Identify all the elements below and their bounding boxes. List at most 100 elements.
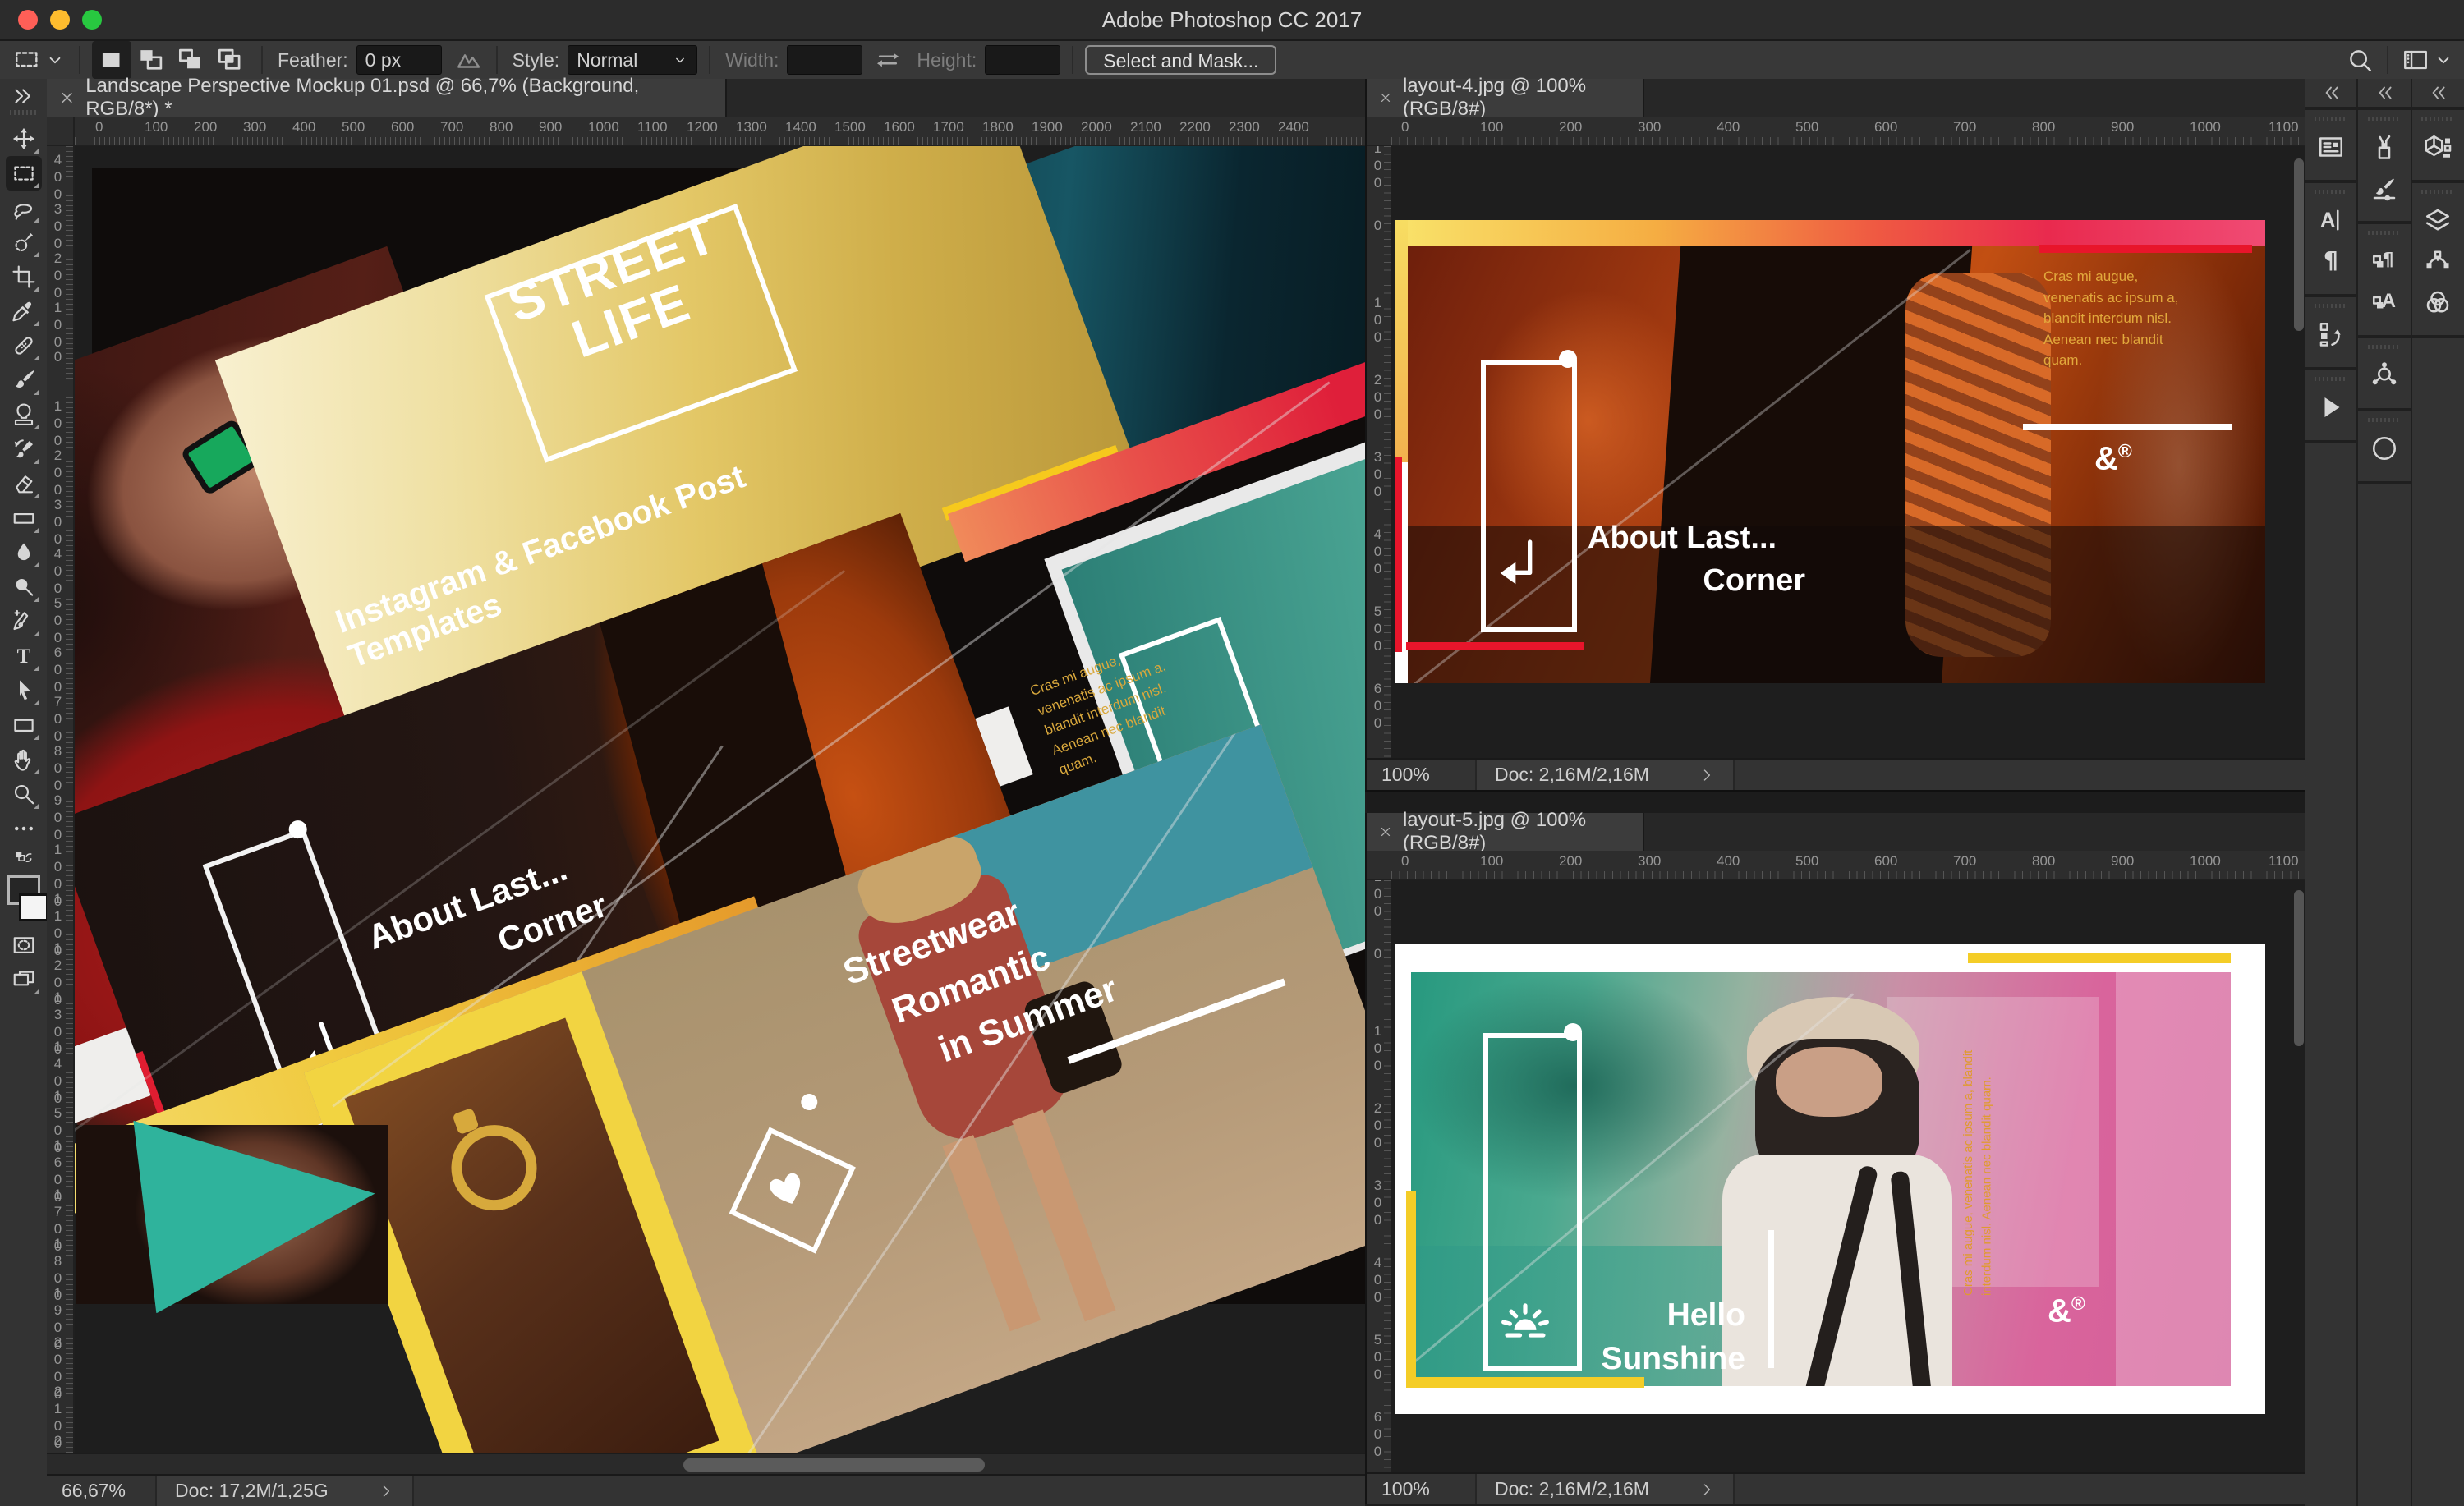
brush-settings-panel-icon[interactable] xyxy=(2370,173,2399,203)
ruler-label: 700 xyxy=(1953,119,1976,135)
device-preview-panel-icon[interactable] xyxy=(2370,360,2399,390)
ellipsis-icon[interactable] xyxy=(6,811,42,846)
vertical-scrollbar-thumb[interactable] xyxy=(2294,890,2304,1046)
tab-layout4[interactable]: layout-4.jpg @ 100% (RGB/8#) xyxy=(1367,79,1644,117)
tools-grip[interactable] xyxy=(10,110,38,115)
swap-width-height-icon[interactable] xyxy=(872,44,903,76)
expand-tools-icon[interactable] xyxy=(0,79,34,108)
panel-grip[interactable] xyxy=(2315,304,2347,308)
add-to-selection-button[interactable] xyxy=(131,41,171,79)
panel-grip[interactable] xyxy=(2368,345,2401,349)
character-styles-panel-icon[interactable]: A xyxy=(2370,287,2399,317)
channels-panel-icon[interactable] xyxy=(2423,287,2453,317)
quick-mask-button[interactable] xyxy=(6,928,42,962)
history-brush-tool[interactable] xyxy=(6,432,42,466)
ruler-label: 100 xyxy=(145,119,168,135)
tool-preset-icon[interactable] xyxy=(11,44,43,76)
panel-grip[interactable] xyxy=(2421,117,2454,121)
canvas-area-layout4[interactable]: About Last... Corner Cras mi augue, vene… xyxy=(1391,146,2306,760)
ruler-vertical-layout4: 1000100200300400500600700 xyxy=(1367,146,1393,760)
hand-tool[interactable] xyxy=(6,742,42,777)
scrollbar-thumb[interactable] xyxy=(683,1458,985,1472)
lasso-tool[interactable] xyxy=(6,191,42,225)
gradient-tool[interactable] xyxy=(6,501,42,535)
search-icon[interactable] xyxy=(2344,44,2375,76)
vertical-scrollbar-thumb[interactable] xyxy=(2294,158,2304,331)
eyedropper-tool[interactable] xyxy=(6,294,42,328)
canvas-area-layout5[interactable]: Hello Sunshine Cras mi augue, venenatis … xyxy=(1391,880,2306,1474)
pen-tool[interactable] xyxy=(6,604,42,639)
screen-mode-button[interactable] xyxy=(6,962,42,997)
ruler-label: 2300 xyxy=(1229,119,1260,135)
width-input[interactable] xyxy=(787,45,862,75)
quick-selection-tool[interactable] xyxy=(6,225,42,259)
panel-grip[interactable] xyxy=(2368,418,2401,422)
foreground-background-swatches[interactable] xyxy=(6,874,42,925)
zoom-level-field[interactable]: 66,67% xyxy=(47,1476,157,1506)
workspace-switcher-icon[interactable] xyxy=(2400,44,2431,76)
panel-grip[interactable] xyxy=(2315,190,2347,194)
close-icon[interactable] xyxy=(58,89,76,107)
doc-size-status[interactable]: Doc: 17,2M/1,25G xyxy=(157,1476,414,1506)
select-and-mask-button[interactable]: Select and Mask... xyxy=(1085,45,1276,75)
panel-grip[interactable] xyxy=(2421,190,2454,194)
crop-tool[interactable] xyxy=(6,259,42,294)
svg-text:¶: ¶ xyxy=(2382,249,2393,270)
clone-stamp-tool[interactable] xyxy=(6,397,42,432)
3d-panel-icon[interactable] xyxy=(2423,132,2453,162)
subtract-from-selection-button[interactable] xyxy=(171,41,210,79)
zoom-level-field[interactable]: 100% xyxy=(1367,1474,1477,1504)
panel-grip[interactable] xyxy=(2315,117,2347,121)
close-icon[interactable] xyxy=(1378,823,1393,841)
dodge-tool[interactable] xyxy=(6,570,42,604)
horizontal-scrollbar[interactable] xyxy=(47,1453,1365,1476)
tab-main-document[interactable]: Landscape Perspective Mockup 01.psd @ 66… xyxy=(47,79,727,117)
tab-layout5[interactable]: layout-5.jpg @ 100% (RGB/8#) xyxy=(1367,813,1644,851)
chevron-right-icon xyxy=(1699,1481,1715,1498)
doc-size-status[interactable]: Doc: 2,16M/2,16M xyxy=(1477,1474,1735,1504)
panel-grip[interactable] xyxy=(2368,117,2401,121)
layers-panel-icon[interactable] xyxy=(2423,205,2453,235)
style-select[interactable]: Normal xyxy=(568,45,697,75)
panel-grip[interactable] xyxy=(2315,377,2347,381)
stock-panel-icon[interactable] xyxy=(2370,434,2399,463)
eraser-tool[interactable] xyxy=(6,466,42,501)
swap-colors-icon[interactable] xyxy=(6,846,42,870)
paths-panel-icon[interactable] xyxy=(2423,246,2453,276)
chevron-down-icon[interactable] xyxy=(43,48,67,72)
background-color-swatch[interactable] xyxy=(19,893,48,921)
rectangular-marquee-tool[interactable] xyxy=(6,156,42,191)
panel-grip[interactable] xyxy=(2368,231,2401,235)
paragraph-styles-panel-icon[interactable]: ¶ xyxy=(2370,246,2399,276)
move-tool[interactable] xyxy=(6,122,42,156)
path-selection-tool[interactable] xyxy=(6,673,42,708)
ruler-label: 400 xyxy=(1371,526,1385,578)
height-input[interactable] xyxy=(985,45,1060,75)
history-panel-icon[interactable] xyxy=(2316,319,2346,349)
zoom-tool[interactable] xyxy=(6,777,42,811)
actions-panel-icon[interactable] xyxy=(2316,393,2346,422)
collapse-panels-button[interactable] xyxy=(2412,79,2464,107)
brushes-panel-icon[interactable] xyxy=(2370,132,2399,162)
ruler-label: 600 xyxy=(51,645,65,696)
paragraph-panel-icon[interactable]: ¶ xyxy=(2316,246,2346,276)
intersect-selection-button[interactable] xyxy=(210,41,250,79)
spot-healing-brush-tool[interactable] xyxy=(6,328,42,363)
ruler-label: 500 xyxy=(1371,1332,1385,1384)
new-selection-button[interactable] xyxy=(92,41,131,79)
chevron-down-icon[interactable] xyxy=(2431,48,2456,72)
zoom-level-field[interactable]: 100% xyxy=(1367,760,1477,790)
doc-size-status[interactable]: Doc: 2,16M/2,16M xyxy=(1477,760,1735,790)
feather-input[interactable] xyxy=(356,45,442,75)
ruler-label: 600 xyxy=(1874,119,1897,135)
close-icon[interactable] xyxy=(1378,89,1393,107)
rectangle-tool[interactable] xyxy=(6,708,42,742)
type-tool[interactable]: T xyxy=(6,639,42,673)
blur-tool[interactable] xyxy=(6,535,42,570)
collapse-panels-button[interactable] xyxy=(2358,79,2410,107)
collapse-panels-button[interactable] xyxy=(2305,79,2356,107)
canvas-area-main[interactable]: Hello Sunshi STREET LIFE xyxy=(75,146,1365,1454)
info-panel-icon[interactable] xyxy=(2316,132,2346,162)
character-panel-icon[interactable]: A xyxy=(2316,205,2346,235)
brush-tool[interactable] xyxy=(6,363,42,397)
